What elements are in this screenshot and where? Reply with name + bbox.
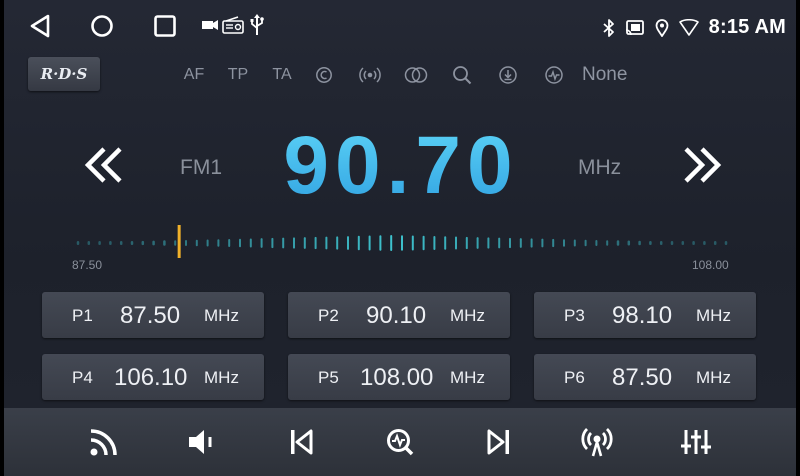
next-icon[interactable]: [479, 422, 519, 462]
home-icon[interactable]: [90, 14, 114, 38]
seek-backward-icon[interactable]: [80, 140, 130, 190]
back-icon[interactable]: [28, 13, 52, 39]
signal-icon[interactable]: [542, 65, 566, 85]
scan-icon[interactable]: [380, 422, 420, 462]
equalizer-icon[interactable]: [676, 422, 716, 462]
preset-button-p5[interactable]: P5 108.00 MHz: [288, 354, 510, 400]
preset-button-p2[interactable]: P2 90.10 MHz: [288, 292, 510, 338]
tuning-dial[interactable]: [72, 222, 732, 262]
preset-button-p3[interactable]: P3 98.10 MHz: [534, 292, 756, 338]
preset-button-p6[interactable]: P6 87.50 MHz: [534, 354, 756, 400]
ta-toggle[interactable]: TA: [268, 66, 296, 84]
frequency-unit: MHz: [578, 156, 622, 179]
cast-icon: [625, 19, 644, 35]
preset-label: P4: [72, 368, 93, 387]
preset-label: P5: [318, 368, 339, 387]
recents-icon[interactable]: [153, 14, 177, 38]
status-bar: 8:15 AM: [4, 0, 796, 52]
antenna-icon[interactable]: [577, 422, 617, 462]
preset-unit: MHz: [450, 306, 485, 325]
volume-icon[interactable]: [182, 422, 222, 462]
pty-value[interactable]: None: [582, 64, 627, 86]
tp-toggle[interactable]: TP: [224, 66, 252, 84]
preset-label: P6: [564, 368, 585, 387]
preset-frequency: 108.00: [360, 364, 434, 391]
radio-icon: [222, 16, 244, 34]
preset-frequency: 98.10: [612, 302, 673, 329]
bluetooth-icon: [603, 18, 614, 37]
wifi-icon: [678, 18, 699, 36]
preset-label: P1: [72, 306, 93, 325]
video-icon: [202, 20, 218, 30]
pty-icon[interactable]: [312, 66, 336, 84]
download-icon[interactable]: [496, 65, 520, 85]
search-icon[interactable]: [450, 65, 474, 85]
preset-frequency: 90.10: [366, 302, 427, 329]
bottom-toolbar: [4, 408, 796, 476]
preset-button-p1[interactable]: P1 87.50 MHz: [42, 292, 264, 338]
band-label[interactable]: FM1: [180, 156, 222, 180]
preset-frequency: 87.50: [612, 364, 673, 391]
location-icon: [655, 18, 669, 37]
dial-needle[interactable]: [177, 225, 181, 258]
broadcast-icon[interactable]: [358, 66, 382, 84]
preset-button-p4[interactable]: P4 106.10 MHz: [42, 354, 264, 400]
dial-max-label: 108.00: [692, 258, 729, 272]
preset-unit: MHz: [450, 368, 485, 387]
seek-forward-icon[interactable]: [676, 140, 726, 190]
preset-label: P3: [564, 306, 585, 325]
preset-unit: MHz: [204, 368, 239, 387]
status-right: 8:15 AM: [603, 16, 786, 39]
rds-options: AF TP TA None: [180, 64, 628, 86]
preset-unit: MHz: [204, 306, 239, 325]
preset-frequency: 106.10: [114, 364, 188, 391]
radio-screen: 8:15 AM R·D·S AF TP TA None FM1 90.70 MH: [4, 0, 796, 476]
preset-unit: MHz: [696, 368, 731, 387]
rds-button[interactable]: R·D·S: [28, 57, 100, 91]
previous-icon[interactable]: [281, 422, 321, 462]
clock: 8:15 AM: [708, 16, 786, 38]
preset-frequency: 87.50: [120, 302, 181, 329]
rss-icon[interactable]: [84, 422, 124, 462]
dial-min-label: 87.50: [72, 258, 103, 272]
usb-icon: [250, 14, 264, 35]
stereo-icon[interactable]: [404, 66, 428, 84]
af-toggle[interactable]: AF: [180, 66, 208, 84]
frequency-display: 90.70: [266, 116, 536, 216]
preset-label: P2: [318, 306, 339, 325]
preset-unit: MHz: [696, 306, 731, 325]
